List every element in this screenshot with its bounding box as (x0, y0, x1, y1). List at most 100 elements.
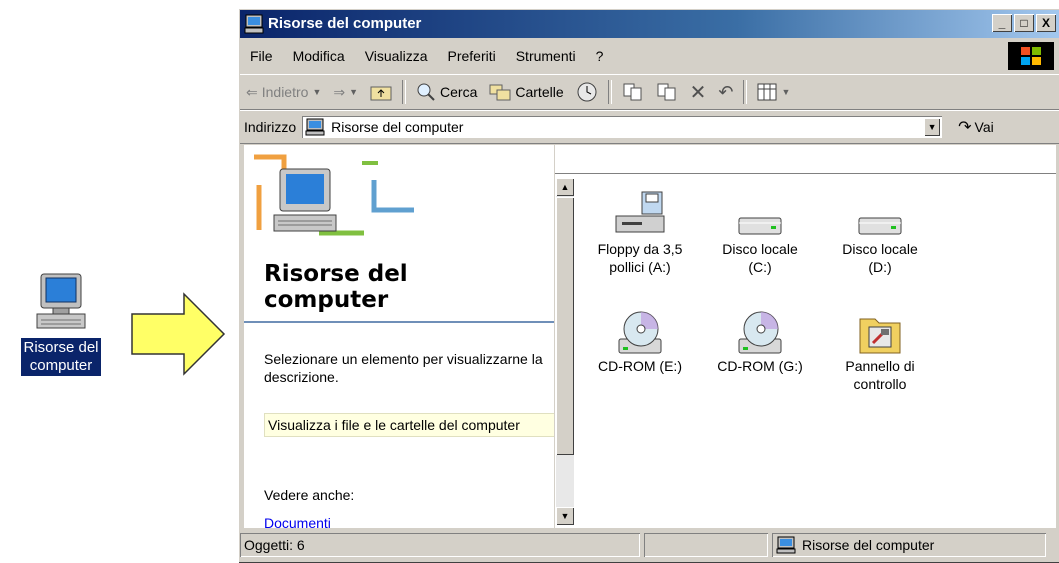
search-icon (417, 83, 435, 101)
search-label: Cerca (440, 84, 478, 100)
window-title: Risorse del computer (268, 15, 422, 32)
panel-description: Selezionare un elemento per visualizzarn… (264, 351, 543, 385)
move-to-icon (623, 83, 642, 101)
computer-icon (305, 118, 325, 136)
copy-to-icon (657, 83, 676, 101)
back-button[interactable]: ⇐ Indietro ▼ (240, 84, 327, 101)
views-button[interactable]: ▼ (751, 83, 796, 101)
drive-item-e[interactable]: CD-ROM (E:) (580, 305, 700, 375)
explorer-window: Risorse del computer _ □ X File Modifica… (238, 8, 1059, 563)
menu-view[interactable]: Visualizza (355, 48, 438, 64)
up-folder-icon (370, 86, 392, 101)
delete-button[interactable]: ✕ (684, 80, 713, 105)
views-icon (757, 83, 777, 101)
drive-item-d[interactable]: Disco locale (D:) (820, 188, 940, 276)
drive-item-g[interactable]: CD-ROM (G:) (700, 305, 820, 375)
undo-button[interactable]: ↶ (712, 82, 739, 103)
status-location: Risorse del computer (772, 533, 1046, 557)
toolbar-separator (743, 80, 748, 104)
status-bar: Oggetti: 6 Risorse del computer (240, 530, 1059, 560)
item-label: (D:) (868, 259, 892, 275)
desktop-icon-label: Risorse del computer (21, 338, 101, 376)
up-folder-button[interactable] (364, 83, 398, 101)
scroll-down-button[interactable]: ▼ (556, 507, 574, 525)
floppy-icon (580, 188, 700, 240)
status-objects: Oggetti: 6 (240, 533, 640, 557)
go-label: Vai (974, 119, 994, 135)
item-label: CD-ROM (E:) (598, 358, 682, 374)
toolbar-separator (402, 80, 407, 104)
yellow-arrow (131, 292, 226, 376)
computer-icon (244, 14, 264, 37)
chevron-down-icon: ▼ (349, 87, 359, 97)
panel-divider (244, 321, 554, 323)
item-label: pollici (A:) (609, 259, 671, 275)
panel-title: Risorse del computer (264, 261, 408, 313)
item-label: Pannello di (845, 358, 915, 374)
scroll-thumb[interactable] (556, 197, 574, 455)
undo-icon: ↶ (718, 81, 734, 102)
item-label: Floppy da 3,5 (597, 241, 683, 257)
windows-logo-icon (1008, 42, 1054, 70)
desktop-my-computer-icon[interactable]: Risorse del computer (5, 270, 117, 376)
item-label: controllo (853, 376, 907, 392)
item-label: Disco locale (842, 241, 918, 257)
menu-favorites[interactable]: Preferiti (437, 48, 505, 64)
back-arrow-icon: ⇐ (246, 83, 258, 100)
minimize-button[interactable]: _ (992, 14, 1012, 32)
back-label: Indietro (261, 84, 309, 100)
menu-tools[interactable]: Strumenti (506, 48, 586, 64)
documents-link[interactable]: Documenti (264, 515, 331, 528)
address-value: Risorse del computer (331, 119, 464, 135)
panel-scrollbar[interactable]: ▲ ▼ (556, 178, 574, 525)
web-view-panel: Risorse del computer Selezionare un eleme… (244, 145, 555, 528)
drive-item-c[interactable]: Disco locale (C:) (700, 188, 820, 276)
cdrom-icon (700, 305, 820, 357)
copy-to-button[interactable] (650, 82, 684, 102)
forward-button[interactable]: ⇒ ▼ (327, 84, 364, 101)
toolbar-separator (607, 80, 612, 104)
menu-bar: File Modifica Visualizza Preferiti Strum… (240, 40, 1059, 72)
disk-icon (700, 188, 820, 240)
address-label: Indirizzo (244, 119, 297, 135)
standard-toolbar: ⇐ Indietro ▼ ⇒ ▼ Cerca Cartelle ✕ ↶ ▼ (240, 74, 1059, 110)
menu-file[interactable]: File (240, 48, 283, 64)
folders-label: Cartelle (515, 84, 564, 100)
cdrom-icon (580, 305, 700, 357)
computer-icon (776, 536, 796, 554)
history-button[interactable] (570, 81, 604, 103)
folders-button[interactable]: Cartelle (483, 83, 569, 101)
status-empty (644, 533, 768, 557)
address-input[interactable]: Risorse del computer ▼ (302, 116, 943, 138)
see-also-label: Vedere anche: (264, 487, 355, 503)
drive-item-a[interactable]: Floppy da 3,5 pollici (A:) (580, 188, 700, 276)
go-arrow-icon: ↷ (958, 119, 972, 136)
status-location-label: Risorse del computer (802, 537, 935, 553)
go-button[interactable]: ↷ Vai (958, 117, 994, 137)
move-to-button[interactable] (616, 82, 650, 102)
title-bar[interactable]: Risorse del computer _ □ X (240, 10, 1059, 38)
maximize-button[interactable]: □ (1014, 14, 1034, 32)
control-panel-icon (820, 305, 940, 357)
search-button[interactable]: Cerca (410, 82, 483, 102)
chevron-down-icon: ▼ (781, 87, 791, 97)
computer-icon (29, 270, 93, 334)
history-icon (577, 82, 597, 102)
address-dropdown-button[interactable]: ▼ (924, 118, 941, 136)
address-bar: Indirizzo Risorse del computer ▼ ↷ Vai (240, 110, 1059, 144)
menu-edit[interactable]: Modifica (283, 48, 355, 64)
chevron-down-icon: ▼ (312, 87, 322, 97)
close-button[interactable]: X (1036, 14, 1056, 32)
panel-hint-box: Visualizza i file e le cartelle del comp… (264, 413, 554, 437)
item-label: CD-ROM (G:) (717, 358, 803, 374)
control-panel-item[interactable]: Pannello di controllo (820, 305, 940, 393)
item-label: Disco locale (722, 241, 798, 257)
scroll-up-button[interactable]: ▲ (556, 178, 574, 196)
menu-help[interactable]: ? (586, 48, 614, 64)
disk-icon (820, 188, 940, 240)
forward-arrow-icon: ⇒ (333, 83, 346, 100)
delete-icon: ✕ (689, 81, 707, 104)
item-label: (C:) (748, 259, 772, 275)
folders-icon (489, 84, 511, 101)
my-computer-banner-icon (254, 154, 414, 236)
